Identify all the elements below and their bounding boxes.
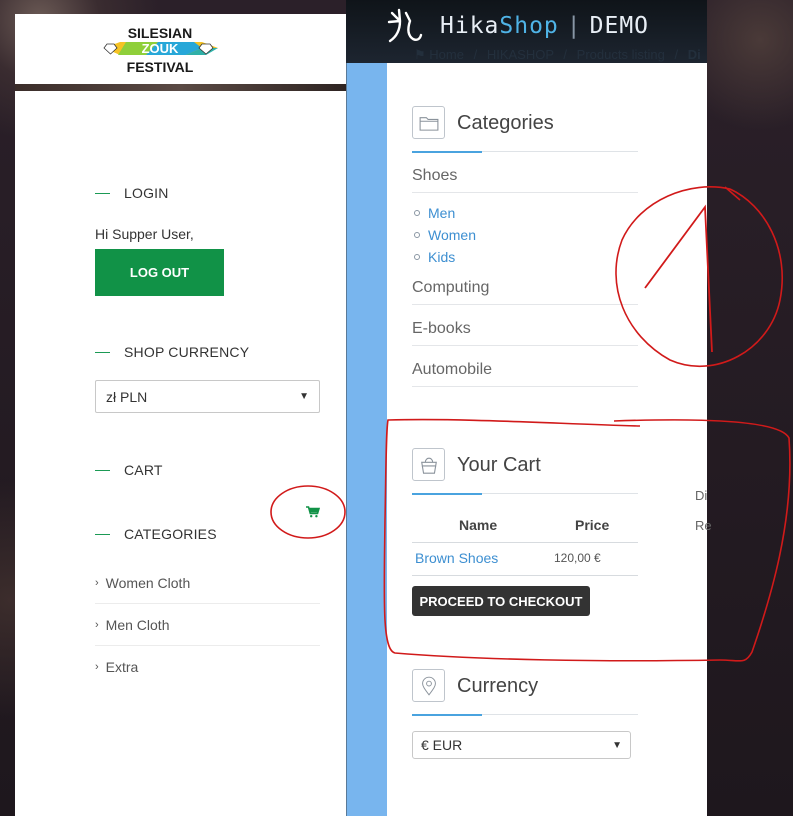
cart-module-title: Your Cart — [457, 454, 541, 476]
proceed-to-checkout-button[interactable]: PROCEED TO CHECKOUT — [412, 586, 590, 616]
category-item-men-cloth[interactable]: › Men Cloth — [95, 604, 320, 646]
greeting-text: Hi Supper User, — [95, 226, 194, 242]
home-icon: ⚑ — [414, 47, 426, 62]
selected-currency: € EUR — [421, 737, 463, 753]
breadcrumb-hikashop[interactable]: HIKASHOP — [487, 47, 554, 62]
title-dash — [95, 533, 110, 535]
chevron-right-icon: › — [95, 661, 99, 673]
site-sidebar — [15, 91, 346, 816]
breadcrumb-products-listing[interactable]: Products listing — [577, 47, 665, 62]
bullet-icon — [414, 210, 420, 216]
subcategory-men[interactable]: Men — [414, 205, 455, 221]
cut-off-label: Re — [695, 518, 712, 533]
category-shoes[interactable]: Shoes — [412, 159, 638, 193]
chevron-down-icon: ▼ — [299, 391, 309, 402]
shopping-cart-icon[interactable] — [306, 505, 321, 518]
table-header-divider — [412, 542, 638, 543]
subcategory-women[interactable]: Women — [414, 227, 476, 243]
chevron-down-icon: ▼ — [612, 739, 622, 751]
shop-currency-select[interactable]: zł PLN ▼ — [95, 380, 320, 413]
brand-demo: DEMO — [589, 13, 650, 39]
login-widget-title: LOGIN — [95, 185, 169, 201]
currency-module-title: Currency — [457, 675, 539, 697]
breadcrumb: ⚑ Home / HIKASHOP / Products listing / D… — [414, 47, 701, 62]
logout-button[interactable]: LOG OUT — [95, 249, 224, 296]
module-divider — [412, 493, 638, 495]
logo-line-2: ZOUK — [142, 41, 179, 56]
logo-line-3: FESTIVAL — [127, 59, 194, 75]
bullet-icon — [414, 232, 420, 238]
chevron-right-icon: › — [95, 618, 99, 631]
category-automobile[interactable]: Automobile — [412, 353, 638, 387]
page-side-strip — [346, 63, 387, 816]
brand-hika: Hika — [440, 13, 500, 39]
breadcrumb-home[interactable]: Home — [429, 47, 464, 62]
cart-column-name: Name — [459, 517, 498, 533]
selected-currency: zł PLN — [106, 388, 148, 405]
category-computing[interactable]: Computing — [412, 271, 638, 305]
hikashop-currency-select[interactable]: € EUR ▼ — [412, 731, 631, 759]
title-dash — [95, 351, 110, 353]
shop-currency-title: SHOP CURRENCY — [95, 344, 249, 360]
title-dash — [95, 469, 110, 471]
cart-item-link[interactable]: Brown Shoes — [415, 550, 498, 566]
header-image-strip — [15, 84, 346, 91]
category-item-extra[interactable]: › Extra — [95, 646, 320, 688]
logo-line-1: SILESIAN — [128, 25, 193, 41]
hikashop-logo-icon — [387, 8, 423, 43]
cart-widget-title: CART — [95, 462, 163, 478]
cart-column-price: Price — [575, 517, 610, 533]
shopping-bag-icon — [412, 448, 445, 481]
site-logo[interactable]: SILESIAN ZOUK FESTIVAL — [98, 24, 222, 76]
chevron-right-icon: › — [95, 576, 99, 589]
module-divider — [412, 714, 638, 716]
title-dash — [95, 192, 110, 194]
category-item-women-cloth[interactable]: › Women Cloth — [95, 562, 320, 604]
folder-icon — [412, 106, 445, 139]
breadcrumb-current: Di — [687, 47, 701, 62]
map-pin-icon — [412, 669, 445, 702]
category-ebooks[interactable]: E-books — [412, 312, 638, 346]
cut-off-label: Di — [695, 488, 708, 503]
categories-module-title: Categories — [457, 112, 554, 134]
table-row-divider — [412, 575, 638, 576]
brand-separator: | — [566, 13, 582, 39]
brand-shop: Shop — [499, 13, 559, 39]
cart-item-price: 120,00 € — [554, 551, 601, 565]
hikashop-brand[interactable]: HikaShop | DEMO — [440, 13, 649, 39]
module-divider — [412, 151, 638, 153]
bullet-icon — [414, 254, 420, 260]
festival-logo-icon: SILESIAN ZOUK FESTIVAL — [103, 25, 218, 75]
subcategory-kids[interactable]: Kids — [414, 249, 455, 265]
categories-widget-title: CATEGORIES — [95, 526, 217, 542]
